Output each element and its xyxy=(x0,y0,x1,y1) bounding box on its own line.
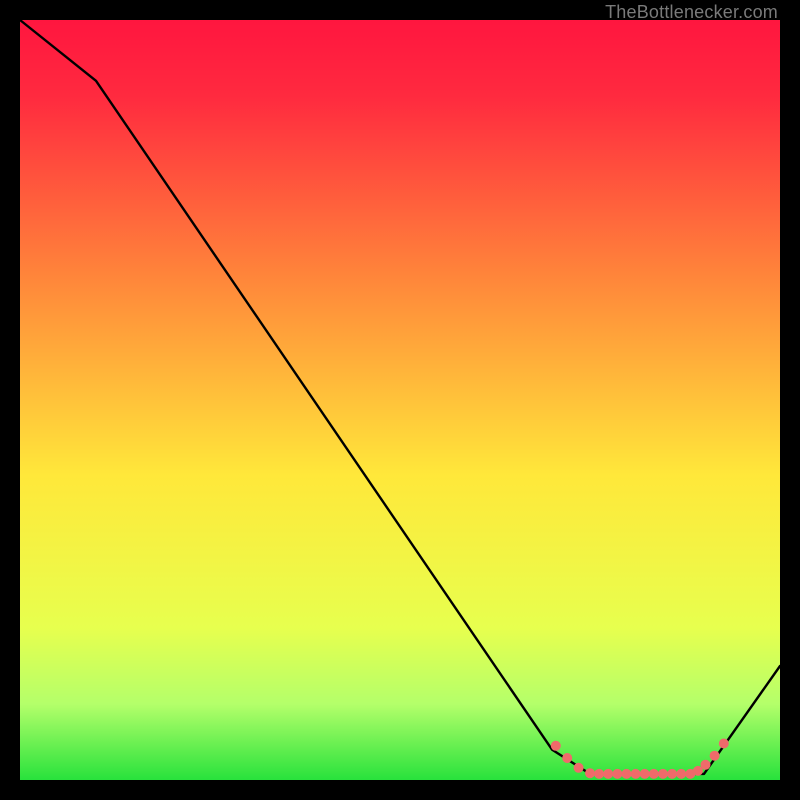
data-dot xyxy=(594,769,604,779)
data-dot xyxy=(676,769,686,779)
data-dot xyxy=(631,769,641,779)
data-dot xyxy=(612,769,622,779)
data-dot xyxy=(562,753,572,763)
data-dot xyxy=(710,751,720,761)
data-dot xyxy=(667,769,677,779)
data-dot xyxy=(603,769,613,779)
data-dot xyxy=(658,769,668,779)
watermark-text: TheBottlenecker.com xyxy=(605,2,778,23)
curve-line xyxy=(20,20,780,774)
chart-svg xyxy=(20,20,780,780)
chart-container: TheBottlenecker.com xyxy=(0,0,800,800)
data-dot xyxy=(551,741,561,751)
data-dot xyxy=(649,769,659,779)
data-dot xyxy=(701,760,711,770)
data-dot xyxy=(622,769,632,779)
plot-area xyxy=(20,20,780,780)
data-dot xyxy=(574,763,584,773)
data-dot xyxy=(640,769,650,779)
data-dot xyxy=(585,768,595,778)
data-dot xyxy=(719,739,729,749)
